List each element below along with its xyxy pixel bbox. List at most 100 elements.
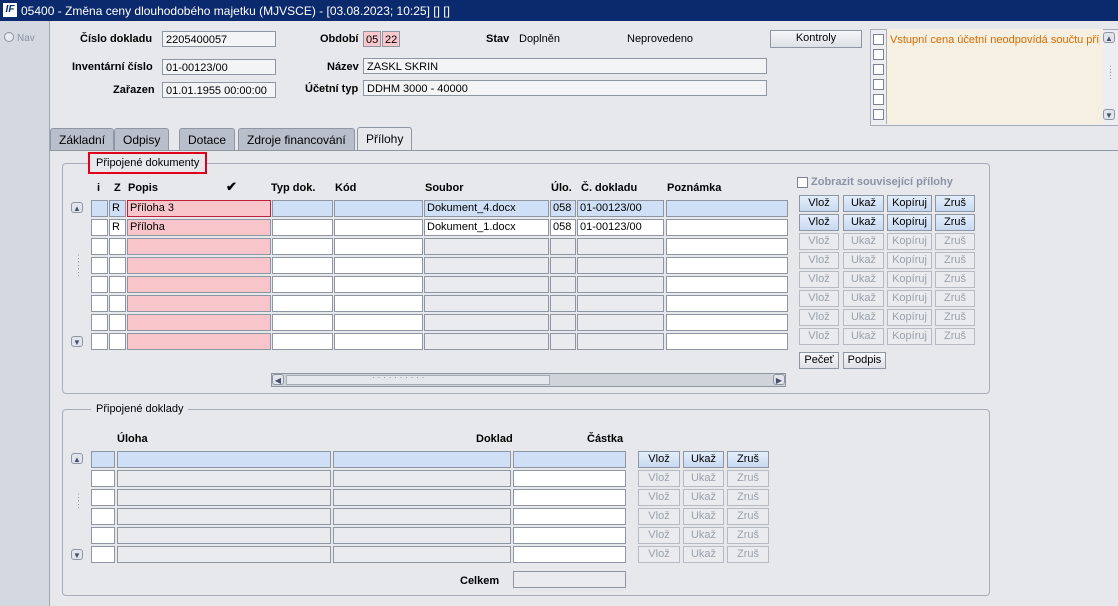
cell-poznamka[interactable] — [666, 295, 788, 312]
warning-checkbox[interactable] — [873, 109, 884, 120]
cell-kod[interactable] — [334, 257, 423, 274]
cell-ulo[interactable] — [550, 295, 576, 312]
cell-c-dokladu[interactable] — [577, 257, 664, 274]
cell-i[interactable] — [91, 333, 108, 350]
cell-i[interactable] — [91, 314, 108, 331]
doc-cell-castka[interactable] — [513, 508, 626, 525]
cell-z[interactable] — [109, 314, 126, 331]
nav-radio[interactable]: Nav — [4, 32, 35, 44]
doc-cell-doklad[interactable] — [333, 527, 511, 544]
doc-cell-doklad[interactable] — [333, 451, 511, 468]
cell-poznamka[interactable] — [666, 257, 788, 274]
ucetni-typ-field[interactable]: DDHM 3000 - 40000 — [363, 80, 767, 96]
warnings-scroll-up-icon[interactable]: ▲ — [1103, 32, 1115, 43]
cell-poznamka[interactable] — [666, 238, 788, 255]
cell-z[interactable] — [109, 257, 126, 274]
doc-cell-uloha[interactable] — [117, 470, 331, 487]
cell-c-dokladu[interactable] — [577, 333, 664, 350]
row-vloz-button[interactable]: Vlož — [799, 214, 839, 231]
cell-typ[interactable] — [272, 257, 333, 274]
cell-popis[interactable] — [127, 333, 271, 350]
warning-checkbox[interactable] — [873, 79, 884, 90]
cell-typ[interactable] — [272, 333, 333, 350]
warnings-scroll-down-icon[interactable]: ▼ — [1103, 109, 1115, 120]
cell-ulo[interactable] — [550, 238, 576, 255]
doc-cell-doklad[interactable] — [333, 546, 511, 563]
kontroly-button[interactable]: Kontroly — [770, 30, 862, 48]
doc-ukaz-button[interactable]: Ukaž — [683, 451, 724, 468]
cell-kod[interactable] — [334, 314, 423, 331]
scroll-right-icon[interactable]: ▶ — [773, 374, 785, 385]
zarazen-field[interactable]: 01.01.1955 00:00:00 — [162, 82, 276, 98]
cell-ulo[interactable] — [550, 276, 576, 293]
cell-popis[interactable] — [127, 295, 271, 312]
cell-soubor[interactable]: Dokument_1.docx — [424, 219, 549, 236]
tab-dotace[interactable]: Dotace — [179, 128, 236, 150]
cell-ulo[interactable] — [550, 314, 576, 331]
cell-typ[interactable] — [272, 314, 333, 331]
cell-typ[interactable] — [272, 219, 333, 236]
cell-i[interactable] — [91, 257, 108, 274]
nazev-field[interactable]: ZASKL SKRIN — [363, 58, 767, 74]
cell-kod[interactable] — [334, 295, 423, 312]
warning-checkbox[interactable] — [873, 94, 884, 105]
docs-scroll-grip-icon[interactable]: ⋮ ⋮ — [74, 493, 83, 509]
cell-ulo[interactable] — [550, 257, 576, 274]
cell-soubor[interactable] — [424, 257, 549, 274]
show-related-checkbox[interactable] — [797, 177, 808, 188]
cell-typ[interactable] — [272, 295, 333, 312]
doc-cell-doklad[interactable] — [333, 508, 511, 525]
cell-i[interactable] — [91, 200, 108, 217]
cell-popis[interactable] — [127, 257, 271, 274]
doc-cell-uloha[interactable] — [117, 451, 331, 468]
doc-cell-i[interactable] — [91, 451, 115, 468]
cell-typ[interactable] — [272, 276, 333, 293]
cell-ulo[interactable] — [550, 333, 576, 350]
pecet-button[interactable]: Pečeť — [799, 352, 839, 369]
row-zrus-button[interactable]: Zruš — [935, 195, 975, 212]
cell-ulo[interactable]: 058 — [550, 200, 576, 217]
cell-kod[interactable] — [334, 276, 423, 293]
warning-checkbox[interactable] — [873, 34, 884, 45]
cell-z[interactable]: R — [109, 219, 126, 236]
doc-cell-castka[interactable] — [513, 546, 626, 563]
celkem-field[interactable] — [513, 571, 626, 588]
cell-popis[interactable] — [127, 314, 271, 331]
doc-cell-i[interactable] — [91, 470, 115, 487]
cell-i[interactable] — [91, 276, 108, 293]
doc-cell-doklad[interactable] — [333, 489, 511, 506]
row-vloz-button[interactable]: Vlož — [799, 195, 839, 212]
cell-c-dokladu[interactable] — [577, 238, 664, 255]
cislo-dokladu-field[interactable]: 2205400057 — [162, 31, 276, 47]
cell-z[interactable] — [109, 238, 126, 255]
cell-poznamka[interactable] — [666, 314, 788, 331]
scroll-left-icon[interactable]: ◀ — [272, 374, 284, 385]
cell-popis[interactable] — [127, 276, 271, 293]
cell-typ[interactable] — [272, 238, 333, 255]
cell-c-dokladu[interactable] — [577, 314, 664, 331]
cell-z[interactable]: R — [109, 200, 126, 217]
doc-vloz-button[interactable]: Vlož — [638, 451, 680, 468]
cell-kod[interactable] — [334, 219, 423, 236]
doc-cell-i[interactable] — [91, 489, 115, 506]
tab-prilohy[interactable]: Přílohy — [357, 127, 413, 151]
cell-c-dokladu[interactable]: 01-00123/00 — [577, 219, 664, 236]
cell-z[interactable] — [109, 333, 126, 350]
cell-kod[interactable] — [334, 238, 423, 255]
cell-soubor[interactable] — [424, 276, 549, 293]
cell-i[interactable] — [91, 238, 108, 255]
tab-odpisy[interactable]: Odpisy — [114, 128, 170, 150]
cell-popis[interactable]: Příloha 3 — [127, 200, 271, 217]
warning-checkbox[interactable] — [873, 49, 884, 60]
cell-popis[interactable] — [127, 238, 271, 255]
cell-z[interactable] — [109, 295, 126, 312]
cell-soubor[interactable] — [424, 314, 549, 331]
cell-kod[interactable] — [334, 333, 423, 350]
col-check-header-icon[interactable]: ✔ — [226, 179, 237, 195]
doc-zrus-button[interactable]: Zruš — [727, 451, 769, 468]
doc-cell-uloha[interactable] — [117, 546, 331, 563]
cell-c-dokladu[interactable] — [577, 295, 664, 312]
cell-soubor[interactable] — [424, 238, 549, 255]
doc-cell-uloha[interactable] — [117, 489, 331, 506]
grid-scroll-down-icon[interactable]: ▼ — [71, 336, 83, 347]
